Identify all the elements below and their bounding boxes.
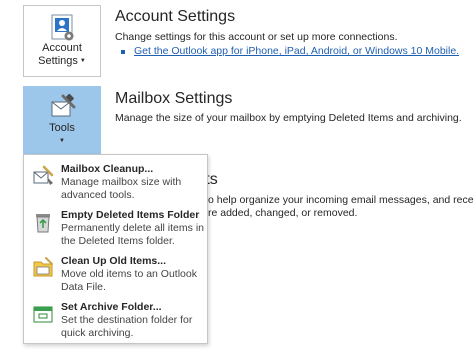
mailbox-settings-description: Manage the size of your mailbox by empty…: [115, 112, 462, 124]
tools-dropdown-menu: Mailbox Cleanup... Manage mailbox size w…: [23, 154, 208, 344]
dropdown-arrow-icon: ▼: [79, 58, 86, 64]
menu-item-title: Clean Up Old Items...: [61, 255, 167, 267]
menu-item-description: Move old items to an Outlook Data File.: [61, 268, 197, 293]
bullet-icon: [121, 50, 125, 54]
rules-description-line2: re added, changed, or removed.: [208, 207, 358, 219]
rules-description-line1: o help organize your incoming email mess…: [208, 194, 474, 206]
chevron-down-icon: ▼: [59, 138, 65, 144]
menu-item-description: Manage mailbox size with advanced tools.: [61, 176, 182, 201]
clean-up-old-items-icon: [33, 257, 53, 277]
account-info-backstage: Account Settings ▼ Account Settings Chang…: [0, 0, 474, 356]
tools-tile-label: Tools: [49, 122, 75, 134]
menu-item-mailbox-cleanup[interactable]: Mailbox Cleanup... Manage mailbox size w…: [24, 163, 207, 209]
account-settings-description: Change settings for this account or set …: [115, 31, 398, 43]
menu-item-empty-deleted-items[interactable]: Empty Deleted Items Folder Permanently d…: [24, 209, 207, 255]
outlook-app-link[interactable]: Get the Outlook app for iPhone, iPad, An…: [134, 45, 459, 57]
menu-item-title: Set Archive Folder...: [61, 301, 162, 313]
menu-item-title: Empty Deleted Items Folder: [61, 209, 200, 221]
archive-folder-icon: [33, 306, 53, 323]
menu-item-description: Set the destination folder for quick arc…: [61, 314, 193, 339]
account-settings-icon: [51, 14, 74, 41]
account-tile-label-line1: Account: [42, 42, 82, 54]
tools-icon: [51, 93, 76, 117]
mailbox-cleanup-icon: [33, 165, 54, 185]
mailbox-settings-title: Mailbox Settings: [115, 90, 233, 107]
account-settings-button[interactable]: Account Settings ▼: [23, 5, 101, 77]
recycle-bin-icon: [36, 214, 50, 233]
menu-item-set-archive-folder[interactable]: Set Archive Folder... Set the destinatio…: [24, 301, 207, 347]
menu-item-clean-up-old-items[interactable]: Clean Up Old Items... Move old items to …: [24, 255, 207, 301]
tools-button[interactable]: Tools ▼: [23, 86, 101, 154]
account-tile-label-line2: Settings ▼: [24, 55, 100, 68]
menu-item-title: Mailbox Cleanup...: [61, 163, 154, 175]
menu-item-description: Permanently delete all items in the Dele…: [61, 222, 204, 247]
account-tile-label-text: Settings: [38, 55, 78, 67]
account-settings-title: Account Settings: [115, 8, 236, 25]
